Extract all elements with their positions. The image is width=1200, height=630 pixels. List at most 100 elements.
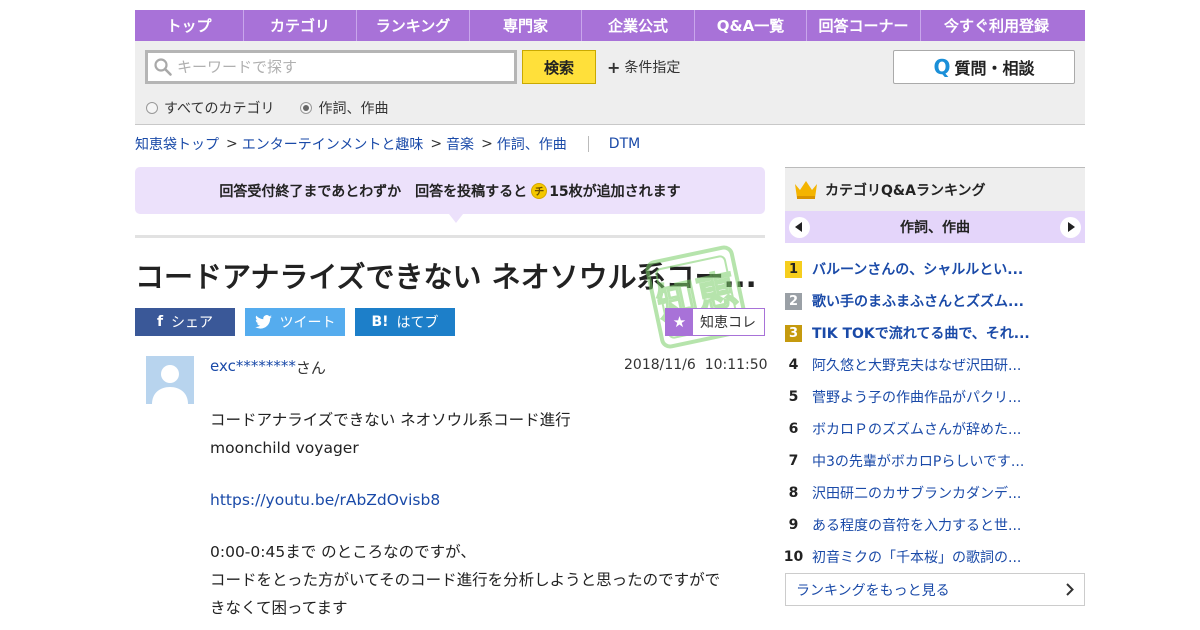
next-category-button[interactable] <box>1060 216 1081 238</box>
avatar <box>146 356 194 404</box>
ranking-item[interactable]: 1 バルーンさんの、シャルルとい... <box>785 253 1085 285</box>
ranking-item[interactable]: 6 ボカロＰのズズムさんが辞めた... <box>785 413 1085 445</box>
chevron-right-icon <box>1066 583 1074 596</box>
breadcrumb-link-dtm[interactable]: DTM <box>609 136 640 152</box>
ranking-item[interactable]: 9 ある程度の音符を入力すると世... <box>785 509 1085 541</box>
author-suffix: さん <box>295 359 326 377</box>
nav-item[interactable]: 専門家 <box>470 10 582 41</box>
ranking-item-link[interactable]: TIK TOKで流れてる曲で、それ... <box>812 323 1030 343</box>
breadcrumb: 知恵袋トップ > エンターテインメントと趣味 > 音楽 > 作詞、作曲 DTM <box>135 134 640 154</box>
coin-icon: チ <box>531 182 548 199</box>
nav-item[interactable]: 企業公式 <box>582 10 695 41</box>
ranking-item[interactable]: 5 菅野よう子の作曲作品がパクリ... <box>785 381 1085 413</box>
radio-label: 作詞、作曲 <box>318 101 389 117</box>
search-input[interactable] <box>173 54 503 80</box>
rank-number-badge: 6 <box>788 421 799 437</box>
post-timestamp: 2018/11/6 10:11:50 <box>624 357 768 373</box>
body-line: moonchild voyager <box>210 439 359 457</box>
breadcrumb-separator: > <box>430 136 443 152</box>
rank-number-badge: 8 <box>788 485 799 501</box>
ranking-item-link[interactable]: 初音ミクの「千本桜」の歌詞の... <box>812 547 1021 567</box>
author-name-link[interactable]: exc******** <box>210 357 296 378</box>
condition-toggle[interactable]: + 条件指定 <box>607 57 680 77</box>
breadcrumb-link-music[interactable]: 音楽 <box>446 134 474 154</box>
more-ranking-link[interactable]: ランキングをもっと見る <box>785 573 1085 606</box>
rank-number-badge: 2 <box>785 292 802 310</box>
search-panel: 検索 + 条件指定 Q 質問・相談 すべてのカテゴリ 作詞、作曲 <box>135 41 1085 125</box>
breadcrumb-link-composition[interactable]: 作詞、作曲 <box>497 134 567 154</box>
nav-item[interactable]: 回答コーナー <box>807 10 921 41</box>
ranking-item-link[interactable]: バルーンさんの、シャルルとい... <box>812 259 1023 279</box>
ranking-header: カテゴリQ&Aランキング <box>785 167 1085 211</box>
body-line: コードアナライズできない ネオソウル系コード進行 <box>210 411 571 429</box>
answer-reward-notice: 回答受付終了まであとわずか 回答を投稿すると チ 15枚が追加されます <box>135 167 765 214</box>
ranking-item-link[interactable]: 歌い手のまふまふさんとズズム... <box>812 291 1024 311</box>
ranking-list: 1 バルーンさんの、シャルルとい... 2 歌い手のまふまふさんとズズム... 3 TIK… <box>784 253 1085 573</box>
radio-current-category[interactable]: 作詞、作曲 <box>300 98 388 118</box>
notice-text-after: 15枚が追加されます <box>549 183 681 200</box>
radio-checked-icon <box>300 102 313 114</box>
global-nav: トップ カテゴリ ランキング 専門家 企業公式 Q&A一覧 回答コーナー 今すぐ利用登録 <box>135 10 1085 41</box>
triangle-left-icon <box>795 222 802 232</box>
twitter-share-button[interactable]: ツイート <box>245 308 345 336</box>
hatena-bookmark-button[interactable]: B! はてブ <box>355 308 455 336</box>
ranking-item-link[interactable]: ボカロＰのズズムさんが辞めた... <box>812 419 1021 439</box>
ranking-item-link[interactable]: 菅野よう子の作曲作品がパクリ... <box>812 387 1021 407</box>
rank-number-badge: 7 <box>788 453 799 469</box>
post-time: 10:11:50 <box>704 357 768 373</box>
ranking-item[interactable]: 8 沢田研二のカサブランカダンデ... <box>785 477 1085 509</box>
radio-label: すべてのカテゴリ <box>164 101 275 117</box>
nav-item[interactable]: ランキング <box>357 10 470 41</box>
body-line: きなくて困ってます <box>210 599 348 617</box>
nav-item[interactable]: Q&A一覧 <box>695 10 807 41</box>
share-label: シェア <box>171 315 214 331</box>
post-date: 2018/11/6 <box>624 357 696 373</box>
nav-item[interactable]: 今すぐ利用登録 <box>921 10 1072 41</box>
rank-number-badge: 5 <box>788 389 799 405</box>
ask-question-button[interactable]: Q 質問・相談 <box>893 50 1075 84</box>
search-box[interactable] <box>145 50 517 84</box>
ranking-item[interactable]: 2 歌い手のまふまふさんとズズム... <box>785 285 1085 317</box>
ranking-title: カテゴリQ&Aランキング <box>825 182 986 199</box>
breadcrumb-separator: > <box>226 136 238 152</box>
ranking-item-link[interactable]: 阿久悠と大野克夫はなぜ沢田研... <box>812 355 1021 375</box>
notice-text-before: 回答受付終了まであとわずか 回答を投稿すると <box>219 183 528 200</box>
ask-question-label: 質問・相談 <box>954 59 1035 78</box>
category-scope: すべてのカテゴリ 作詞、作曲 <box>146 98 414 118</box>
chie-collection-label: 知恵コレ <box>700 315 756 331</box>
search-button[interactable]: 検索 <box>522 50 596 84</box>
ranking-item[interactable]: 4 阿久悠と大野克夫はなぜ沢田研... <box>785 349 1085 381</box>
ranking-item[interactable]: 10 初音ミクの「千本桜」の歌詞の... <box>784 541 1085 573</box>
breadcrumb-separator: > <box>481 136 493 152</box>
breadcrumb-link-entertainment[interactable]: エンターテインメントと趣味 <box>242 134 424 154</box>
tweet-label: ツイート <box>279 315 336 331</box>
ranking-item-link[interactable]: 中3の先輩がボカロPらしいです... <box>812 451 1024 471</box>
youtube-link[interactable]: https://youtu.be/rAbZdOvisb8 <box>210 486 755 514</box>
crown-icon <box>795 180 817 199</box>
question-q-icon: Q <box>933 55 951 79</box>
notice-pointer <box>449 214 463 223</box>
ranking-item[interactable]: 3 TIK TOKで流れてる曲で、それ... <box>785 317 1085 349</box>
rank-number-badge: 3 <box>785 324 802 342</box>
nav-item[interactable]: トップ <box>135 10 244 41</box>
facebook-share-button[interactable]: f シェア <box>135 308 235 336</box>
breadcrumb-link-top[interactable]: 知恵袋トップ <box>135 134 219 154</box>
plus-icon: + <box>607 57 621 77</box>
condition-label: 条件指定 <box>624 60 681 76</box>
more-ranking-label: ランキングをもっと見る <box>796 582 950 599</box>
rank-number-badge: 4 <box>788 357 799 373</box>
ranking-item[interactable]: 7 中3の先輩がボカロPらしいです... <box>785 445 1085 477</box>
ranking-item-link[interactable]: ある程度の音符を入力すると世... <box>812 515 1021 535</box>
hatena-icon: B! <box>371 314 389 330</box>
prev-category-button[interactable] <box>789 216 810 238</box>
hatena-label: はてブ <box>396 315 439 331</box>
chie-collection-button[interactable]: ★ 知恵コレ <box>665 308 765 336</box>
ranking-item-link[interactable]: 沢田研二のカサブランカダンデ... <box>812 483 1021 503</box>
nav-item[interactable]: カテゴリ <box>244 10 357 41</box>
ranking-category-switcher: 作詞、作曲 <box>785 211 1085 243</box>
star-icon: ★ <box>666 309 693 335</box>
rank-number-badge: 9 <box>788 517 799 533</box>
triangle-right-icon <box>1068 222 1075 232</box>
twitter-bird-icon <box>254 315 272 329</box>
radio-all-categories[interactable]: すべてのカテゴリ <box>146 98 274 118</box>
